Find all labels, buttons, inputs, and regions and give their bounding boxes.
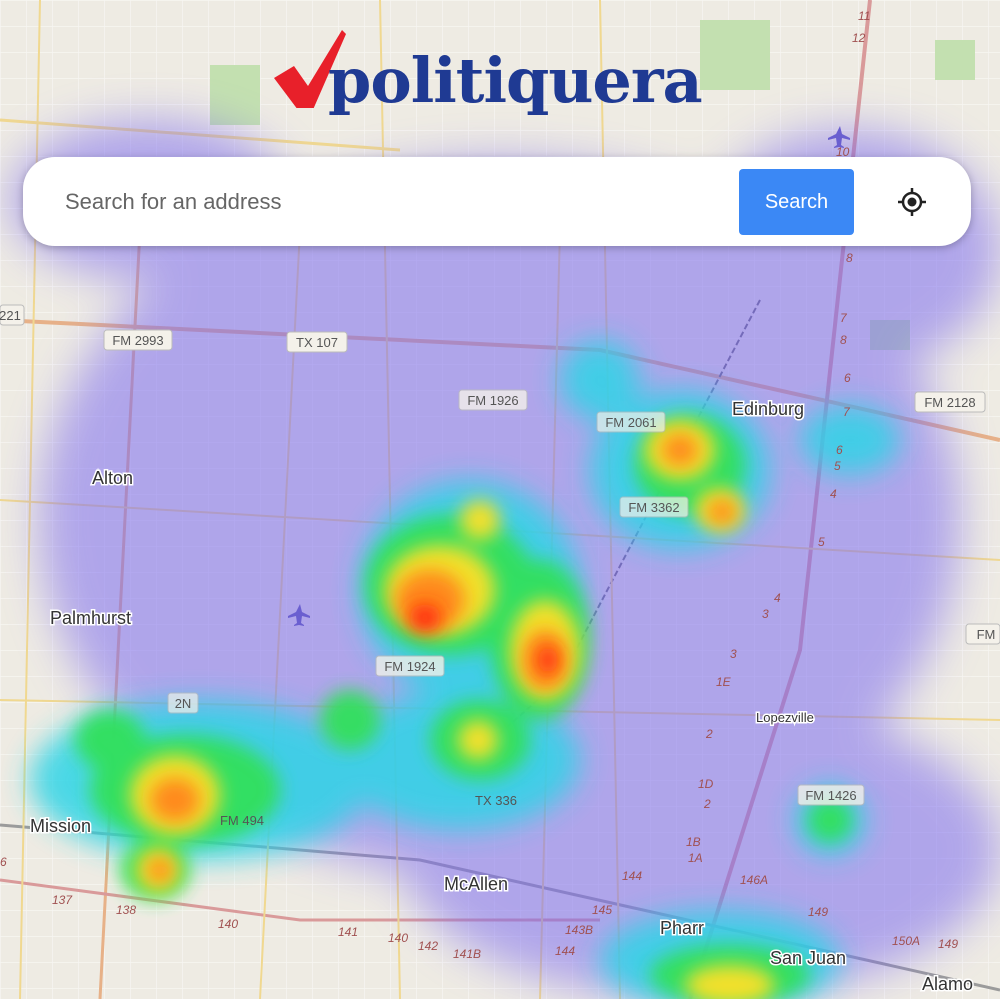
- place-label-pharr: Pharr: [660, 918, 704, 938]
- search-button[interactable]: Search: [739, 169, 854, 235]
- road-shield: 2N: [175, 696, 192, 711]
- route-number: 149: [938, 937, 958, 951]
- route-number: 1B: [686, 835, 701, 849]
- politiquera-logo: politiquera: [272, 28, 732, 138]
- heatmap-map[interactable]: Edinburg Alton Palmhurst Mission McAllen…: [0, 0, 1000, 999]
- road-shield: FM: [977, 627, 996, 642]
- route-number: 145: [592, 903, 612, 917]
- route-number: 6: [0, 855, 7, 869]
- route-number: 12: [852, 31, 866, 45]
- route-number: 141: [338, 925, 358, 939]
- route-number: 5: [834, 459, 841, 473]
- route-number: 5: [818, 535, 825, 549]
- road-shield: TX 336: [475, 793, 517, 808]
- route-number: 3: [762, 607, 769, 621]
- route-number: 149: [808, 905, 828, 919]
- route-number: 141B: [453, 947, 481, 961]
- route-number: 8: [840, 333, 847, 347]
- route-number: 6: [836, 443, 843, 457]
- route-number: 1A: [688, 851, 703, 865]
- place-label-edinburg: Edinburg: [732, 399, 804, 419]
- route-number: 8: [846, 251, 853, 265]
- road-shield: FM 2993: [112, 333, 163, 348]
- route-number: 4: [774, 591, 781, 605]
- route-number: 146A: [740, 873, 768, 887]
- road-shield: FM 1926: [467, 393, 518, 408]
- place-label-mission: Mission: [30, 816, 91, 836]
- search-bar: Search: [23, 157, 971, 246]
- route-number: 11: [858, 9, 870, 23]
- place-label-alton: Alton: [92, 468, 133, 488]
- route-number: 140: [388, 931, 408, 945]
- road-shield: TX 107: [296, 335, 338, 350]
- road-shield: 221: [0, 308, 21, 323]
- route-number: 144: [555, 944, 575, 958]
- route-number: 140: [218, 917, 238, 931]
- route-number: 142: [418, 939, 438, 953]
- road-shield: FM 494: [220, 813, 264, 828]
- road-shield: FM 1426: [805, 788, 856, 803]
- road-shield: FM 2061: [605, 415, 656, 430]
- route-number: 6: [844, 371, 851, 385]
- route-number: 2: [705, 727, 713, 741]
- route-number: 150A: [892, 934, 920, 948]
- crosshair-icon[interactable]: [895, 185, 929, 219]
- route-number: 1D: [698, 777, 714, 791]
- route-number: 1E: [716, 675, 732, 689]
- place-label-lopezville: Lopezville: [756, 710, 814, 725]
- route-number: 4: [830, 487, 837, 501]
- road-shield: FM 2128: [924, 395, 975, 410]
- place-label-san-juan: San Juan: [770, 948, 846, 968]
- route-number: 2: [703, 797, 711, 811]
- place-label-mcallen: McAllen: [444, 874, 508, 894]
- route-number: 137: [52, 893, 73, 907]
- route-number: 143B: [565, 923, 593, 937]
- route-number: 3: [730, 647, 737, 661]
- place-label-alamo: Alamo: [922, 974, 973, 994]
- logo-wordmark: politiquera: [328, 44, 703, 117]
- place-label-palmhurst: Palmhurst: [50, 608, 131, 628]
- road-shield: FM 1924: [384, 659, 435, 674]
- route-number: 138: [116, 903, 136, 917]
- address-search-input[interactable]: [63, 177, 727, 227]
- road-shield: FM 3362: [628, 500, 679, 515]
- route-number: 144: [622, 869, 642, 883]
